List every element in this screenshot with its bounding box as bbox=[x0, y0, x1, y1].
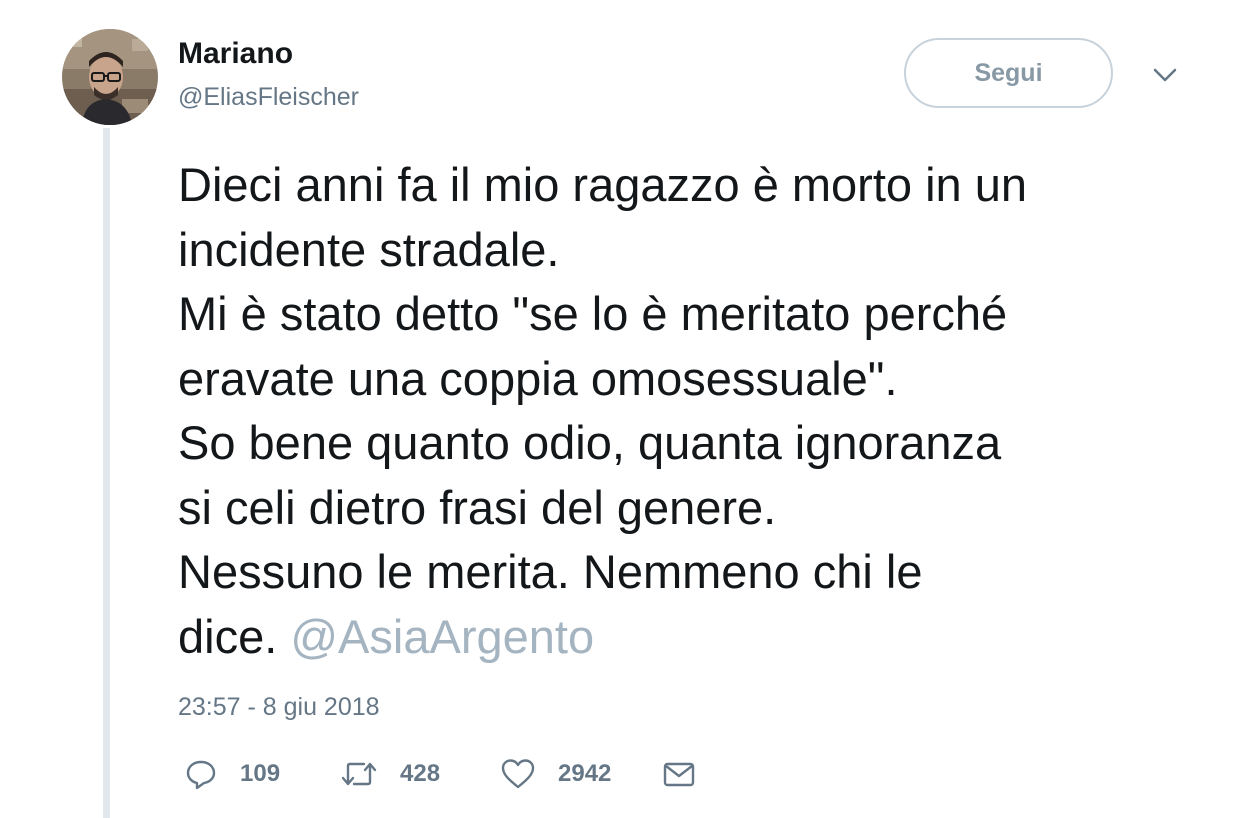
retweet-icon bbox=[340, 757, 378, 791]
follow-button[interactable]: Segui bbox=[904, 38, 1113, 108]
author-handle[interactable]: @EliasFleischer bbox=[178, 80, 359, 114]
thread-line bbox=[103, 128, 110, 818]
mention-link[interactable]: @AsiaArgento bbox=[290, 610, 594, 663]
heart-icon bbox=[500, 757, 536, 791]
direct-message-button[interactable] bbox=[662, 752, 696, 796]
reply-icon bbox=[184, 757, 218, 791]
like-button[interactable]: 2942 bbox=[500, 752, 611, 796]
tweet-text-last-line: dice. @AsiaArgento bbox=[178, 605, 1208, 670]
tweet-text-line: si celi dietro frasi del genere. bbox=[178, 480, 777, 534]
avatar[interactable] bbox=[62, 29, 158, 125]
tweet-text-line: eravate una coppia omosessuale". bbox=[178, 351, 898, 405]
tweet-text-line: dice. bbox=[178, 609, 291, 663]
author-display-name[interactable]: Mariano bbox=[178, 34, 293, 74]
tweet-text-line: incidente stradale. bbox=[178, 222, 560, 276]
retweet-count: 428 bbox=[400, 760, 441, 787]
retweet-button[interactable]: 428 bbox=[340, 752, 440, 796]
tweet-text-line: So bene quanto odio, quanta ignoranza bbox=[178, 416, 1002, 469]
reply-button[interactable]: 109 bbox=[184, 752, 280, 796]
chevron-down-icon[interactable] bbox=[1150, 60, 1180, 90]
tweet-text-line: Nessuno le merita. Nemmeno chi le bbox=[178, 545, 923, 598]
tweet-actions: 109 428 2942 bbox=[178, 752, 1178, 796]
tweet-timestamp[interactable]: 23:57 - 8 giu 2018 bbox=[178, 690, 380, 724]
tweet-text-line: Mi è stato detto "se lo è meritato perch… bbox=[178, 287, 1008, 340]
like-count: 2942 bbox=[558, 760, 612, 787]
tweet-text-line: Dieci anni fa il mio ragazzo è morto in … bbox=[178, 158, 1028, 211]
reply-count: 109 bbox=[240, 760, 281, 787]
tweet-text: Dieci anni fa il mio ragazzo è morto in … bbox=[178, 153, 1208, 669]
envelope-icon bbox=[662, 757, 696, 791]
